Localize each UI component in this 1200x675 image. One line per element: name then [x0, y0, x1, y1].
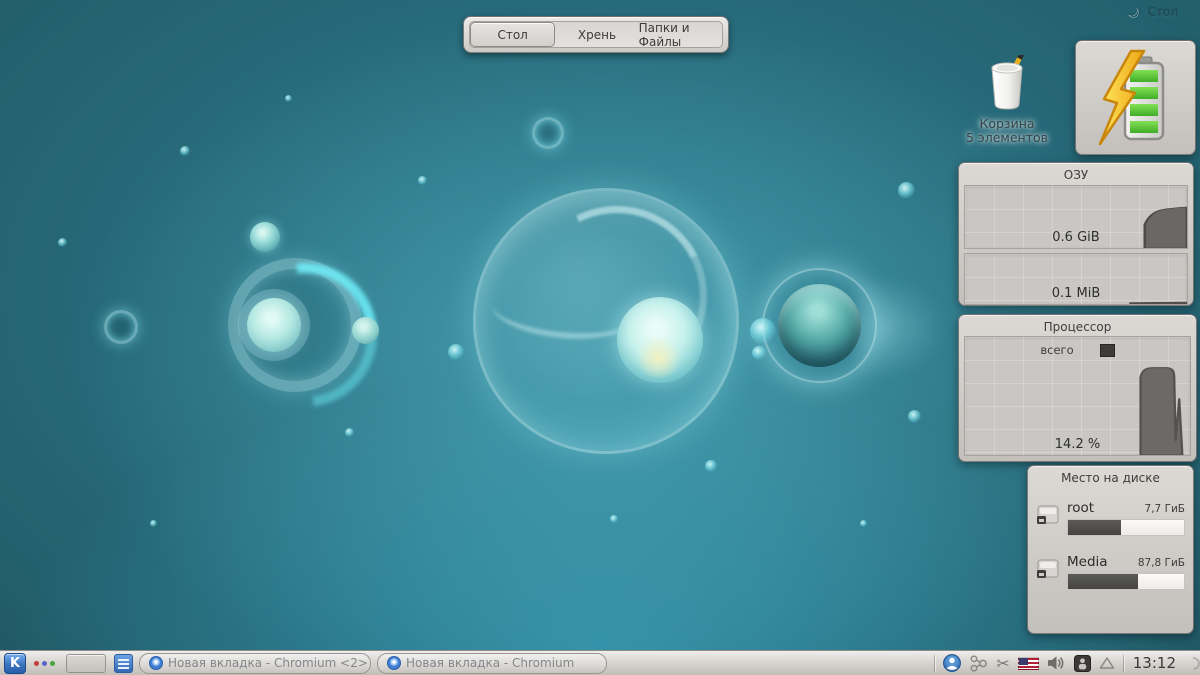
- panel-clock[interactable]: 13:12: [1133, 654, 1176, 672]
- tabbar-tabs: Стол Хрень Папки и Файлы: [469, 21, 723, 48]
- user-icon[interactable]: [943, 654, 961, 672]
- tray-separator: [1123, 655, 1124, 672]
- panel-cashew-icon[interactable]: [1184, 654, 1200, 672]
- taskbar-panel: K Новая вкладка - Chromium <2> Новая вкл…: [0, 650, 1200, 675]
- task-button-chromium-2[interactable]: Новая вкладка - Chromium: [377, 653, 607, 674]
- keyboard-layout-us-icon[interactable]: [1018, 657, 1039, 670]
- disk-size: 7,7 ГиБ: [1145, 503, 1185, 515]
- wallpaper-dot: [532, 117, 564, 149]
- wallpaper-dot: [898, 182, 915, 199]
- window-list-icon[interactable]: [114, 654, 133, 673]
- swap-chart: 0.1 MiB: [964, 253, 1188, 305]
- battery-widget[interactable]: [1075, 40, 1196, 155]
- tab-hren[interactable]: Хрень: [555, 22, 638, 47]
- hard-drive-icon: [1036, 500, 1060, 536]
- wallpaper-small-sphere: [352, 317, 379, 344]
- disk-usage-bar: [1067, 573, 1185, 590]
- wallpaper-dot: [104, 310, 138, 344]
- task-title: Новая вкладка - Chromium: [406, 656, 574, 670]
- chromium-icon: [387, 656, 401, 670]
- kde-menu-button[interactable]: K: [4, 653, 26, 674]
- disk-title: Место на диске: [1028, 466, 1193, 485]
- system-tray: ✂ 13:12: [934, 654, 1196, 673]
- volume-icon[interactable]: [1047, 655, 1066, 671]
- wallpaper-dot: [345, 428, 354, 437]
- cpu-value: 14.2 %: [965, 437, 1190, 452]
- wallpaper-left-sphere: [247, 298, 301, 352]
- tab-folders-files[interactable]: Папки и Файлы: [639, 22, 722, 47]
- expand-tray-icon[interactable]: [1099, 656, 1115, 670]
- wallpaper-dot: [752, 346, 766, 360]
- disk-usage-fill: [1068, 520, 1121, 535]
- wallpaper-dot: [150, 520, 157, 527]
- disk-space-widget[interactable]: Место на диске root 7,7 ГиБ: [1027, 465, 1194, 634]
- cpu-monitor-widget[interactable]: Процессор всего 14.2 %: [958, 314, 1197, 462]
- cpu-legend: всего: [965, 343, 1190, 357]
- device-notifier-icon[interactable]: [1074, 655, 1091, 672]
- tab-desktop[interactable]: Стол: [470, 22, 555, 47]
- wallpaper-inner-bubble: [617, 297, 703, 383]
- cpu-legend-label: всего: [1040, 343, 1073, 357]
- disk-usage-bar: [1067, 519, 1185, 536]
- cpu-title: Процессор: [959, 315, 1196, 334]
- wallpaper-dot: [418, 176, 427, 185]
- disk-name: root: [1067, 500, 1094, 516]
- kde-desktop: Стол Хрень Папки и Файлы ☾ Стол: [0, 0, 1200, 675]
- wallpaper-dot: [908, 410, 921, 423]
- task-title: Новая вкладка - Chromium <2>: [168, 656, 368, 670]
- ram-value: 0.6 GiB: [965, 230, 1187, 245]
- chromium-icon: [149, 656, 163, 670]
- virtual-desktop-pager[interactable]: [66, 654, 106, 673]
- network-nodes-icon[interactable]: [969, 654, 988, 673]
- clipboard-scissors-icon[interactable]: ✂: [996, 654, 1009, 673]
- tray-separator: [934, 655, 935, 672]
- disk-size: 87,8 ГиБ: [1138, 557, 1185, 569]
- wallpaper-right-sphere: [778, 284, 861, 367]
- wallpaper-dot: [448, 344, 464, 360]
- disk-row-media[interactable]: Media 87,8 ГиБ: [1036, 554, 1185, 590]
- wallpaper-dot: [705, 460, 717, 472]
- wallpaper-dot: [860, 520, 867, 527]
- cashew-icon[interactable]: ☾: [1123, 1, 1145, 23]
- trash-icon[interactable]: [981, 55, 1033, 111]
- disk-usage-fill: [1068, 574, 1138, 589]
- wallpaper-dot: [250, 222, 280, 252]
- task-button-chromium-1[interactable]: Новая вкладка - Chromium <2>: [139, 653, 371, 674]
- activity-dots-icon[interactable]: [34, 661, 55, 666]
- wallpaper-dot: [750, 318, 776, 344]
- trash-widget[interactable]: Корзина 5 элементов: [962, 55, 1052, 146]
- ram-title: ОЗУ: [959, 163, 1193, 182]
- hard-drive-icon: [1036, 554, 1060, 590]
- trash-label: Корзина 5 элементов: [962, 117, 1052, 146]
- desktop-toolbox[interactable]: ☾ Стол: [1127, 3, 1178, 21]
- cpu-chart: всего 14.2 %: [964, 336, 1191, 456]
- wallpaper-dot: [285, 95, 292, 102]
- wallpaper-dot: [180, 146, 190, 156]
- activity-label: Стол: [1148, 5, 1178, 19]
- swap-value: 0.1 MiB: [965, 286, 1187, 301]
- ram-monitor-widget[interactable]: ОЗУ 0.6 GiB 0.1 MiB: [958, 162, 1194, 306]
- disk-row-root[interactable]: root 7,7 ГиБ: [1036, 500, 1185, 536]
- cpu-legend-swatch: [1100, 344, 1115, 357]
- wallpaper-dot: [610, 515, 618, 523]
- disk-name: Media: [1067, 554, 1108, 570]
- ram-chart: 0.6 GiB: [964, 185, 1188, 249]
- battery-charging-icon: [1088, 49, 1184, 147]
- wallpaper-dot: [58, 238, 67, 247]
- tabbar-widget: Стол Хрень Папки и Файлы: [463, 16, 729, 53]
